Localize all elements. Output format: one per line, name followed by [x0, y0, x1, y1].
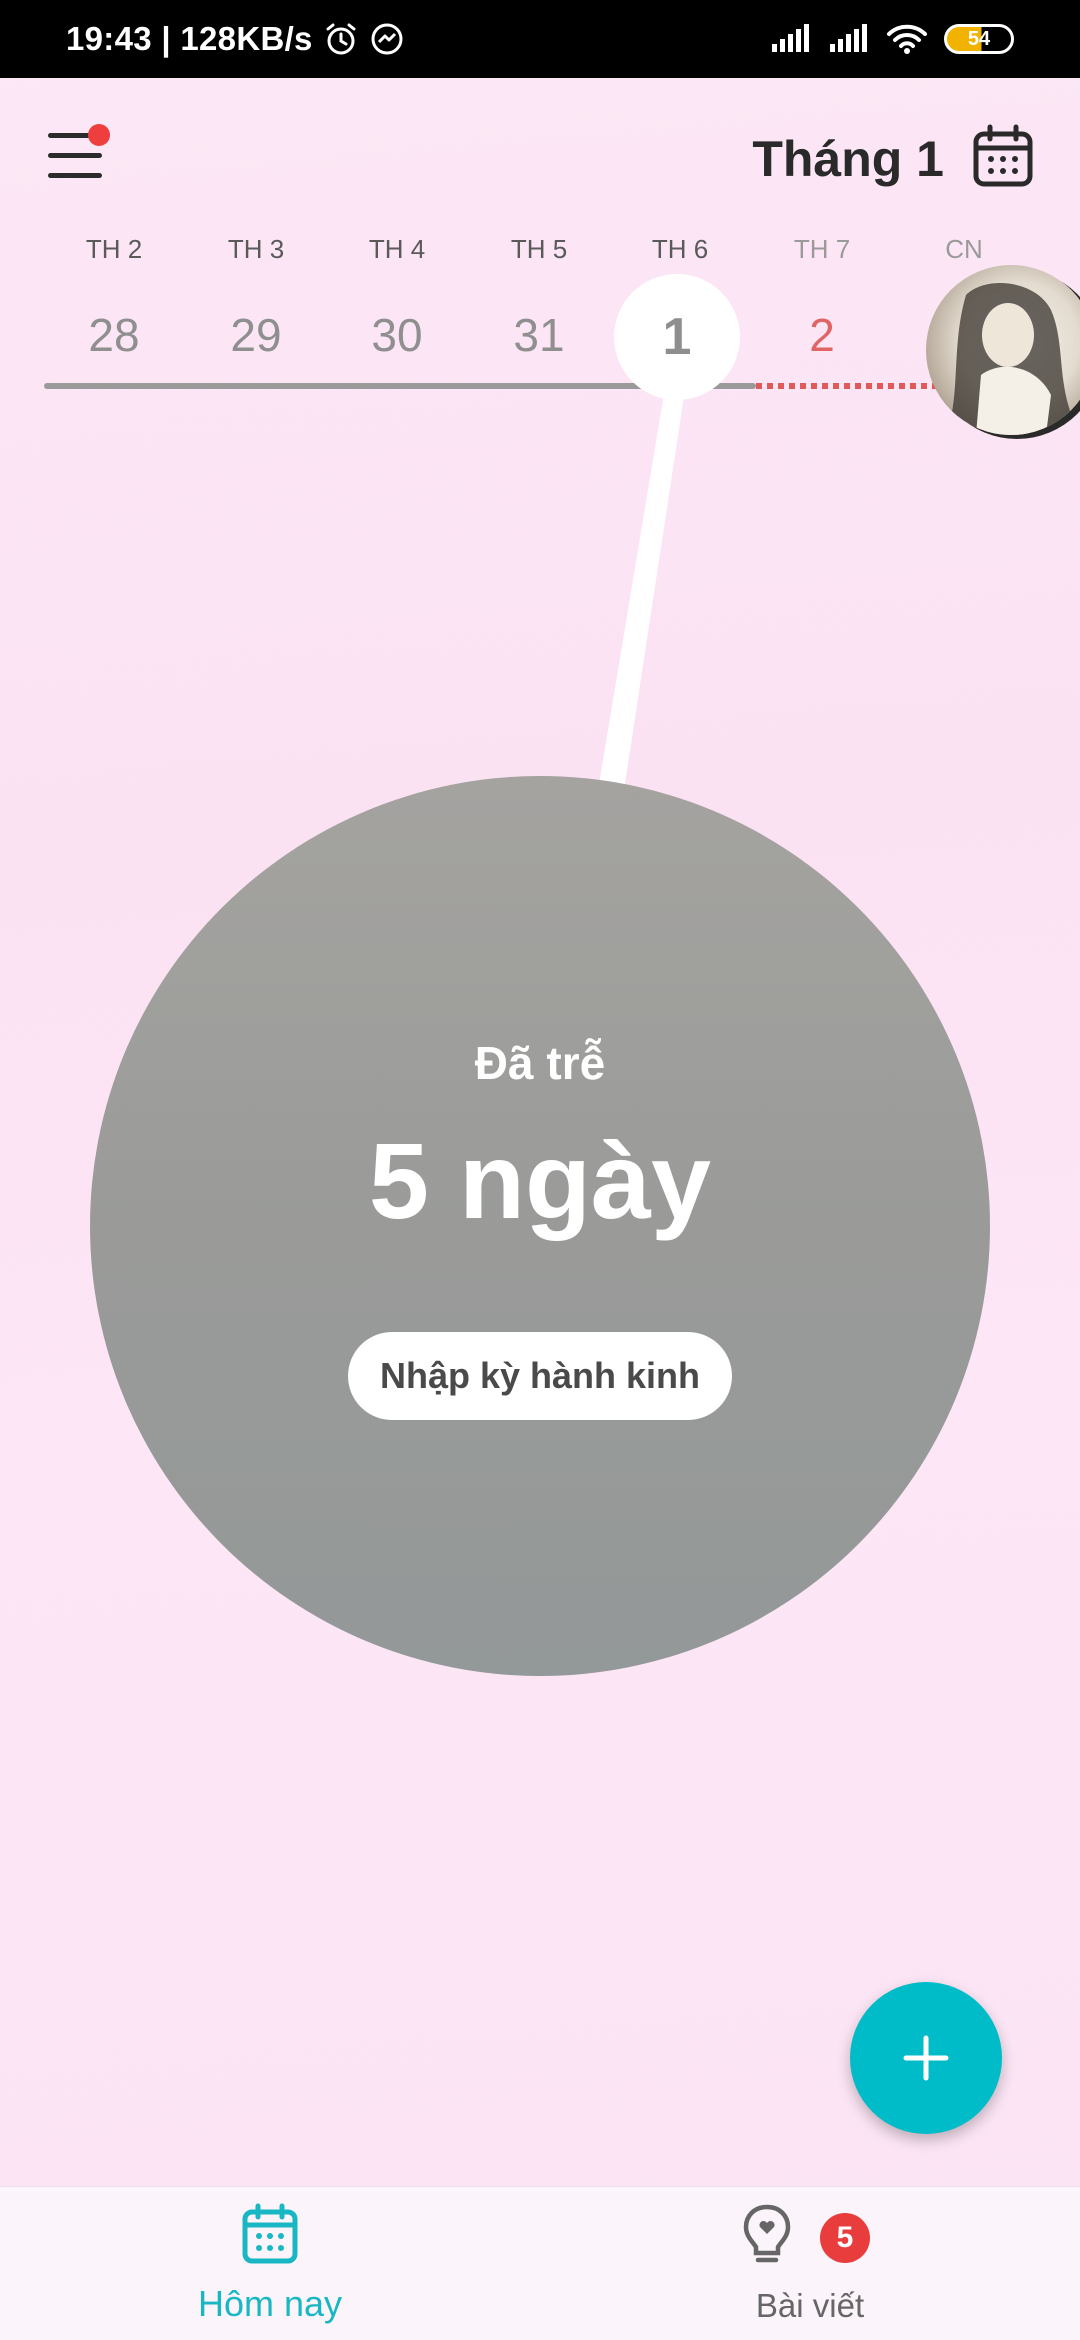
weekday-wed: TH 4 — [368, 234, 426, 264]
late-days-value: 5 ngày — [368, 1120, 712, 1241]
add-button[interactable] — [850, 1982, 1002, 2134]
day-28[interactable]: 28 — [54, 308, 174, 362]
today-day[interactable]: 1 — [614, 274, 740, 400]
nav-today-label: Hôm nay — [197, 2283, 343, 2324]
log-period-button[interactable]: Nhập kỳ hành kinh — [348, 1332, 732, 1420]
battery-icon: 54 — [944, 24, 1014, 54]
messenger-icon — [371, 23, 403, 55]
calendar-today-icon — [242, 2203, 298, 2264]
notification-dot — [88, 124, 110, 146]
weekday-thu: TH 5 — [510, 234, 568, 264]
late-label: Đã trễ — [474, 1037, 606, 1089]
day-30[interactable]: 30 — [337, 308, 457, 362]
nav-articles[interactable]: 5 Bài viết — [540, 2187, 1080, 2340]
nav-articles-label: Bài viết — [755, 2287, 865, 2324]
status-bar: 19:43 | 128KB/s 54 — [0, 0, 1080, 78]
battery-level: 54 — [967, 27, 991, 50]
day-31[interactable]: 31 — [479, 308, 599, 362]
weekday-fri: TH 6 — [651, 234, 709, 264]
status-time-speed: 19:43 | 128KB/s — [66, 20, 313, 57]
alarm-icon — [326, 23, 356, 55]
today-day-number: 1 — [662, 308, 692, 366]
weekday-sun: CN — [945, 234, 983, 264]
signal-icon-2 — [830, 24, 867, 52]
weekday-sat: TH 7 — [793, 234, 851, 264]
articles-badge: 5 — [820, 2213, 870, 2263]
avatar-image — [946, 283, 1076, 435]
avatar[interactable] — [926, 265, 1080, 435]
lightbulb-icon — [743, 2204, 791, 2263]
weekday-mon: TH 2 — [85, 234, 143, 264]
day-29[interactable]: 29 — [196, 308, 316, 362]
timeline-future — [756, 383, 952, 389]
month-title[interactable]: Tháng 1 — [752, 130, 944, 188]
wifi-icon — [887, 24, 927, 54]
nav-today[interactable]: Hôm nay — [0, 2187, 540, 2340]
weekday-tue: TH 3 — [227, 234, 285, 264]
plus-icon — [903, 2035, 949, 2081]
day-2[interactable]: 2 — [762, 308, 882, 362]
calendar-icon[interactable] — [972, 124, 1034, 188]
today-connector — [598, 370, 688, 790]
signal-icon-1 — [772, 24, 809, 52]
bottom-nav: Hôm nay 5 Bài viết — [0, 2186, 1080, 2340]
